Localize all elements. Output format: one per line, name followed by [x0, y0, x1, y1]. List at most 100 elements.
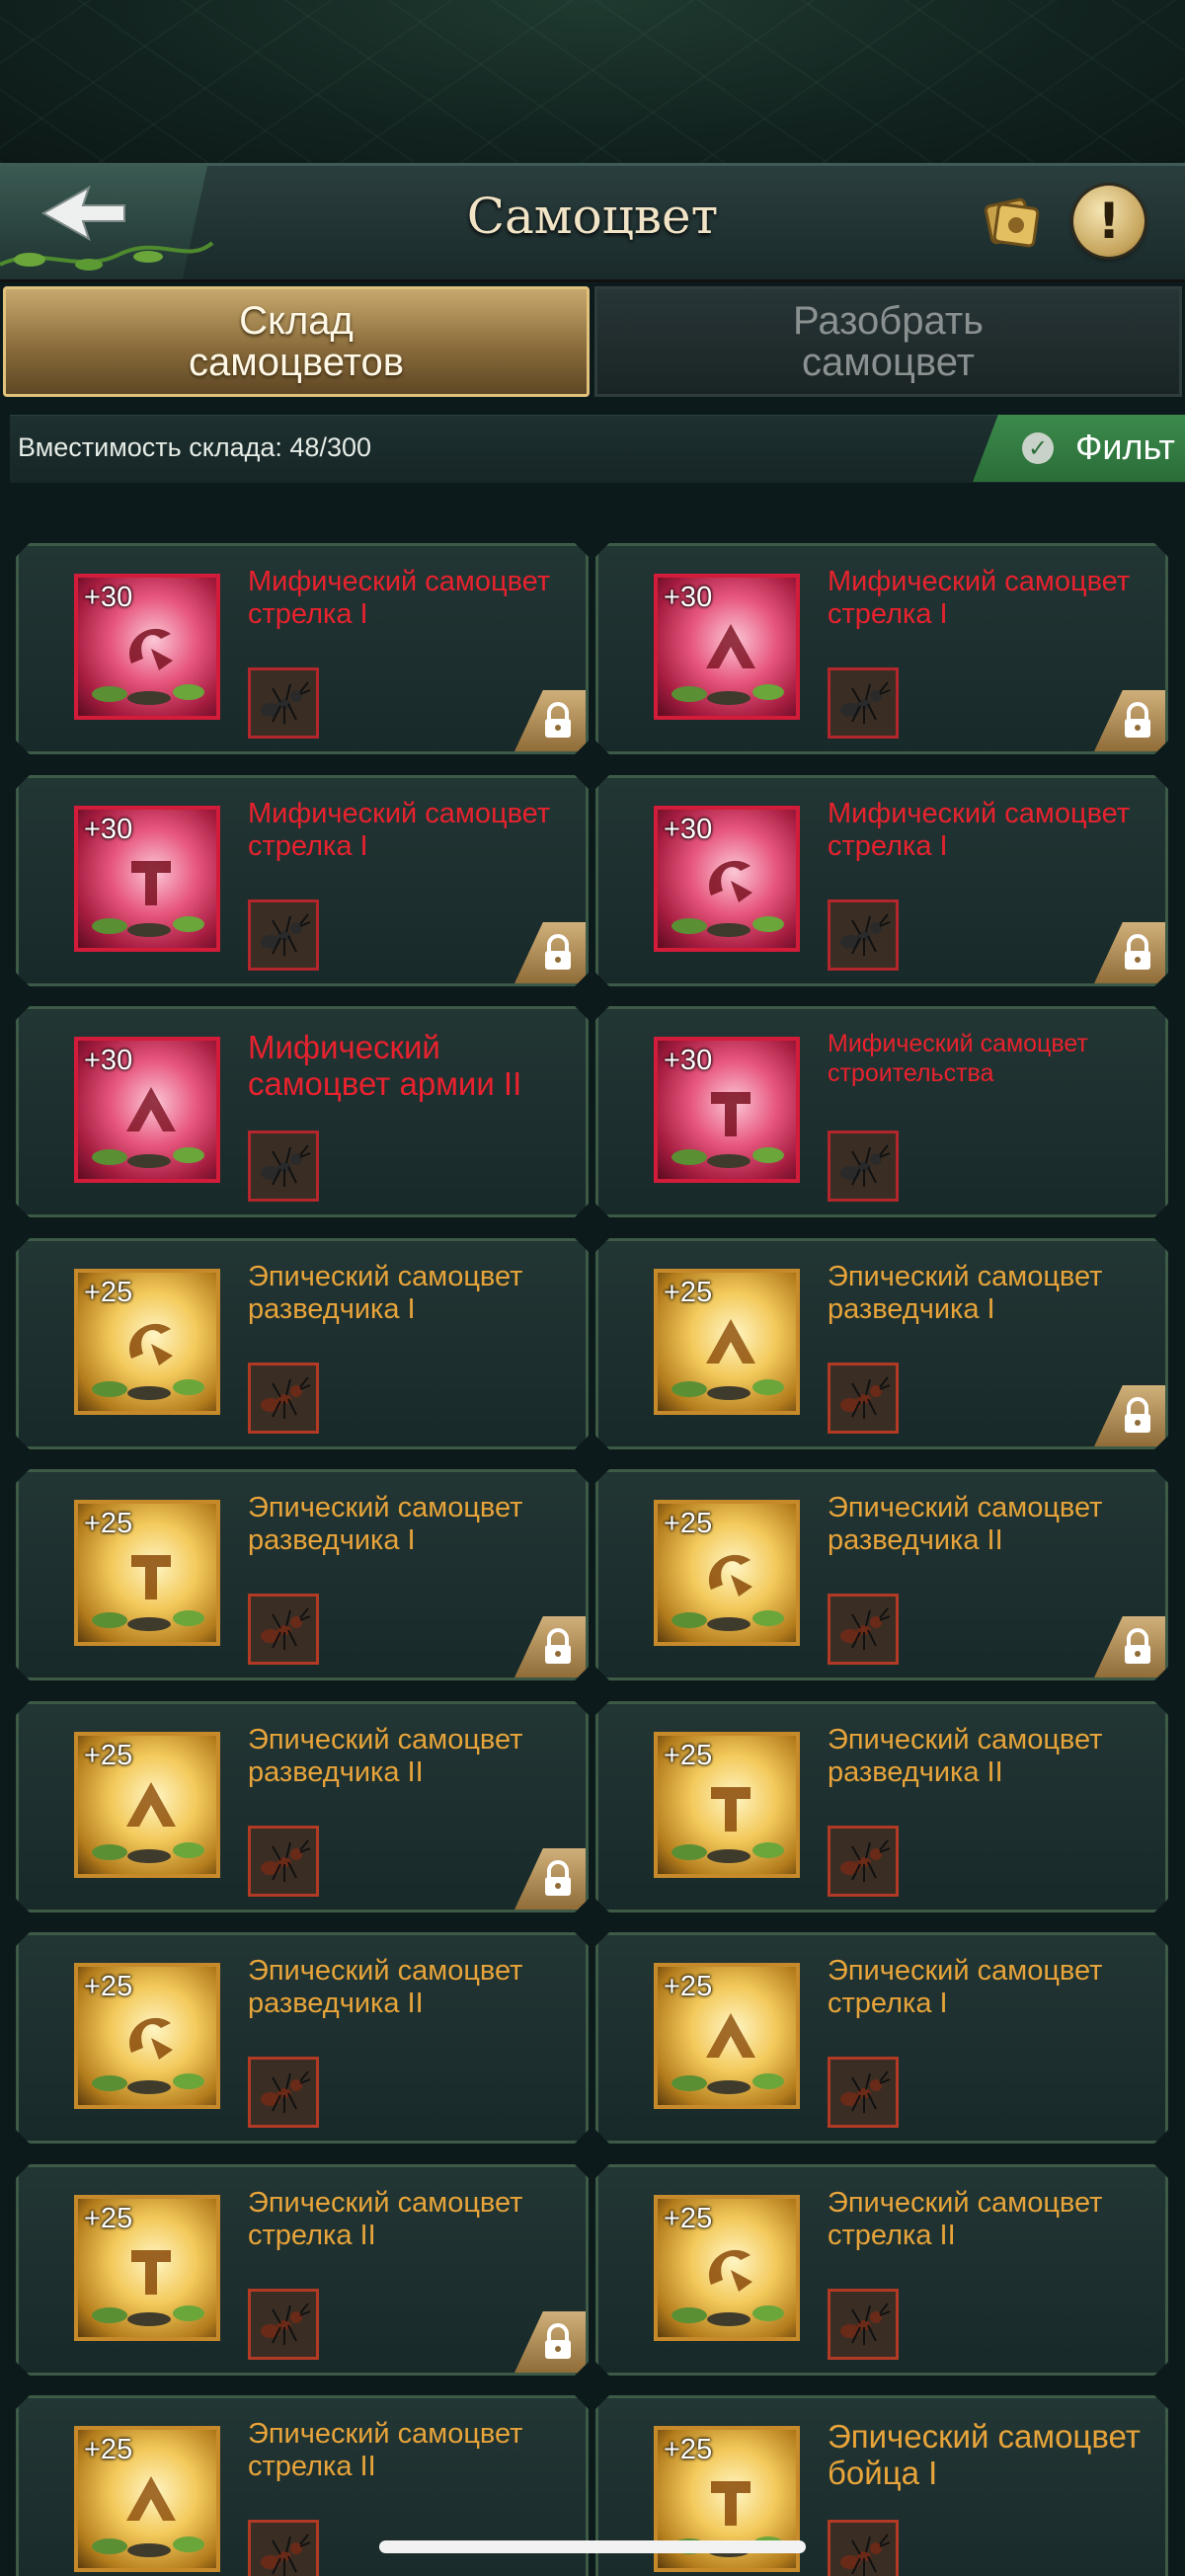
gem-image: +25 — [654, 1500, 800, 1646]
check-icon: ✓ — [1022, 432, 1054, 464]
ant-icon — [828, 1826, 899, 1897]
gem-card[interactable]: +30 Мифический самоцвет строительства — [595, 1006, 1168, 1217]
moss-decoration — [670, 1602, 788, 1632]
top-background — [0, 0, 1185, 163]
gem-card[interactable]: +25 Эпический самоцвет разведчика I — [16, 1469, 589, 1680]
filter-label: Фильт — [1075, 427, 1175, 467]
gem-image: +25 — [74, 2426, 220, 2572]
insect-figure — [830, 2523, 896, 2576]
gem-image: +30 — [654, 574, 800, 720]
gem-card[interactable]: +30 Мифический самоцвет стрелка I — [595, 543, 1168, 754]
insect-figure — [251, 2523, 316, 2576]
moss-decoration — [90, 908, 208, 938]
gem-name: Мифический самоцвет стрелка I — [248, 798, 551, 862]
filter-button[interactable]: ✓ Фильт — [973, 415, 1185, 482]
ant-icon — [248, 1826, 319, 1897]
gem-card[interactable]: +25 Эпический самоцвет разведчика I — [595, 1238, 1168, 1449]
moss-decoration — [670, 1139, 788, 1169]
ant-icon — [828, 2057, 899, 2128]
lock-icon — [540, 1860, 576, 1898]
gem-image: +30 — [74, 1037, 220, 1183]
moss-decoration — [670, 2066, 788, 2095]
gem-card[interactable]: +25 Эпический самоцвет разведчика II — [16, 1932, 589, 2144]
ant-icon — [828, 1363, 899, 1434]
lock-badge[interactable] — [514, 2311, 586, 2373]
gem-card[interactable]: +25 Эпический самоцвет стрелка II — [16, 2164, 589, 2376]
gem-card[interactable]: +30 Мифический самоцвет стрелка I — [595, 775, 1168, 986]
insect-figure — [251, 2060, 316, 2125]
lock-badge[interactable] — [514, 1848, 586, 1910]
spider-icon — [828, 1131, 899, 1202]
gem-card[interactable]: +30 Мифический самоцвет стрелка I — [16, 775, 589, 986]
lock-badge[interactable] — [1094, 1616, 1165, 1678]
lock-badge[interactable] — [514, 922, 586, 983]
ant-icon — [248, 1363, 319, 1434]
lock-badge[interactable] — [514, 690, 586, 751]
lock-icon — [1120, 1397, 1155, 1435]
gem-image: +30 — [74, 574, 220, 720]
insect-figure — [251, 1366, 316, 1431]
gem-card[interactable]: +25 Эпический самоцвет разведчика II — [595, 1469, 1168, 1680]
lock-badge[interactable] — [1094, 922, 1165, 983]
moss-decoration — [90, 2066, 208, 2095]
insect-figure — [830, 1829, 896, 1894]
gem-name: Эпический самоцвет разведчика II — [248, 1724, 523, 1788]
ant-icon — [248, 667, 319, 739]
gem-name: Мифический самоцвет стрелка I — [828, 798, 1131, 862]
insect-figure — [251, 1133, 316, 1199]
gem-image: +30 — [74, 806, 220, 952]
gem-card[interactable]: +25 Эпический самоцвет разведчика I — [16, 1238, 589, 1449]
header-bar: Самоцвет ! — [0, 163, 1185, 282]
gem-name: Эпический самоцвет стрелка II — [828, 2187, 1103, 2251]
lock-icon — [540, 934, 576, 972]
card-icon[interactable] — [981, 191, 1042, 252]
moss-decoration — [90, 676, 208, 706]
moss-decoration — [670, 908, 788, 938]
gem-image: +25 — [74, 1732, 220, 1878]
capacity-text: Вместимость склада: 48/300 — [18, 432, 371, 462]
gem-image: +25 — [74, 1963, 220, 2109]
moss-decoration — [670, 2298, 788, 2327]
ant-icon — [248, 2057, 319, 2128]
ant-icon — [248, 2289, 319, 2360]
insect-figure — [830, 1133, 896, 1199]
gem-name: Эпический самоцвет разведчика I — [248, 1492, 523, 1556]
lock-badge[interactable] — [514, 1616, 586, 1678]
moss-decoration — [90, 1602, 208, 1632]
ant-icon — [828, 1594, 899, 1665]
gem-image: +30 — [654, 1037, 800, 1183]
lock-badge[interactable] — [1094, 690, 1165, 751]
ant-icon — [828, 667, 899, 739]
lock-icon — [540, 702, 576, 740]
gem-name: Мифический самоцвет армии II — [248, 1029, 522, 1102]
gem-name: Эпический самоцвет разведчика I — [828, 1261, 1103, 1325]
gem-card[interactable]: +25 Эпический самоцвет стрелка II — [595, 2164, 1168, 2376]
gem-card[interactable]: +30 Мифический самоцвет стрелка I — [16, 543, 589, 754]
gem-name: Эпический самоцвет разведчика II — [248, 1955, 523, 2019]
ant-icon — [248, 899, 319, 971]
moss-decoration — [670, 676, 788, 706]
moss-decoration — [90, 1371, 208, 1401]
gem-image: +25 — [74, 1500, 220, 1646]
ant-icon — [828, 899, 899, 971]
gem-card[interactable]: +25 Эпический самоцвет стрелка I — [595, 1932, 1168, 2144]
tab-disassemble-gem[interactable]: Разобрать самоцвет — [594, 286, 1182, 397]
tab-gem-storage[interactable]: Склад самоцветов — [3, 286, 590, 397]
ant-icon — [828, 2520, 899, 2576]
gem-grid: +30 Мифический самоцвет стрелка I +30 Мифич… — [0, 543, 1185, 2576]
lock-badge[interactable] — [1094, 1385, 1165, 1446]
ant-icon — [248, 2520, 319, 2576]
gem-name: Мифический самоцвет стрелка I — [248, 566, 551, 630]
lock-icon — [540, 1628, 576, 1666]
gem-card[interactable]: +25 Эпический самоцвет разведчика II — [595, 1701, 1168, 1912]
gem-name: Эпический самоцвет стрелка II — [248, 2187, 523, 2251]
gem-name: Эпический самоцвет разведчика II — [828, 1724, 1103, 1788]
gem-image: +30 — [654, 806, 800, 952]
insect-figure — [251, 1829, 316, 1894]
gem-card[interactable]: +25 Эпический самоцвет разведчика II — [16, 1701, 589, 1912]
gem-card[interactable]: +30 Мифический самоцвет армии II — [16, 1006, 589, 1217]
insect-figure — [251, 2292, 316, 2357]
info-button[interactable]: ! — [1073, 186, 1145, 257]
gem-name: Мифический самоцвет стрелка I — [828, 566, 1131, 630]
tab-bar: Склад самоцветов Разобрать самоцвет — [0, 286, 1185, 400]
